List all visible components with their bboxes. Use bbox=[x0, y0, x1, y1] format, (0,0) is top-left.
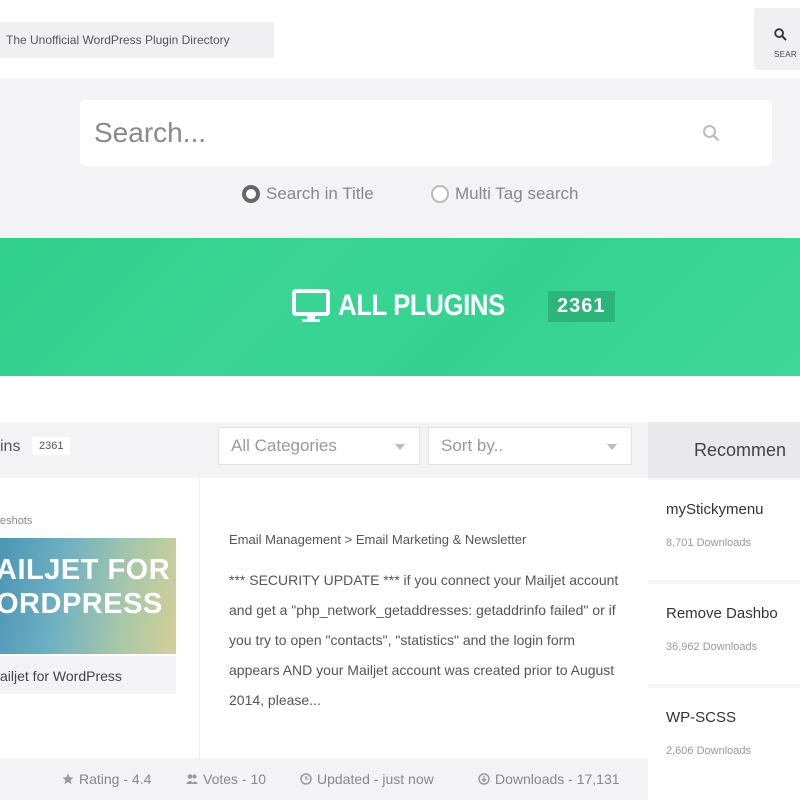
stat-downloads-text: Downloads - 17,131 bbox=[495, 771, 620, 787]
plugin-thumbnail[interactable]: AILJET FOR ORDPRESS bbox=[0, 538, 176, 654]
recommended-item-downloads: 2,606 Downloads bbox=[666, 745, 752, 757]
clock-icon bbox=[300, 773, 312, 785]
radio-unselected-icon[interactable] bbox=[431, 185, 449, 203]
recommended-item[interactable] bbox=[648, 688, 800, 800]
screenshots-label: eshots bbox=[0, 515, 33, 527]
search-input[interactable] bbox=[80, 100, 700, 166]
chevron-down-icon bbox=[607, 444, 617, 450]
hero-banner: ALL PLUGINS 2361 bbox=[0, 238, 800, 376]
stat-rating-text: Rating - 4.4 bbox=[79, 771, 152, 787]
search-button-label: SEAR bbox=[774, 50, 797, 59]
sidebar-title: Recommen bbox=[694, 440, 787, 460]
plugins-count-badge: 2361 bbox=[32, 437, 71, 455]
recommended-item-downloads: 8,701 Downloads bbox=[666, 537, 752, 549]
radio-label: Multi Tag search bbox=[455, 184, 579, 203]
category-select-value: All Categories bbox=[231, 436, 337, 455]
hero-title: ALL PLUGINS bbox=[338, 289, 505, 322]
sort-select[interactable]: Sort by.. bbox=[428, 427, 632, 465]
radio-selected-icon[interactable] bbox=[242, 185, 260, 203]
stat-votes: Votes - 10 bbox=[186, 771, 266, 787]
search-box bbox=[80, 100, 772, 166]
plugins-heading: ins bbox=[0, 438, 21, 455]
monitor-icon bbox=[292, 289, 330, 322]
stat-updated: Updated - just now bbox=[300, 771, 434, 787]
plugin-description: *** SECURITY UPDATE *** if you connect y… bbox=[229, 572, 619, 708]
radio-label: Search in Title bbox=[266, 184, 374, 203]
recommended-item-name[interactable]: myStickymenu bbox=[666, 501, 764, 518]
recommended-item[interactable] bbox=[648, 584, 800, 684]
search-icon[interactable] bbox=[702, 124, 720, 142]
chevron-down-icon bbox=[395, 444, 405, 450]
header-search-button[interactable]: SEAR bbox=[754, 8, 800, 70]
stat-rating: Rating - 4.4 bbox=[62, 771, 151, 787]
thumbnail-text-line1: AILJET FOR bbox=[0, 554, 171, 586]
radio-search-in-title[interactable]: Search in Title bbox=[242, 182, 374, 206]
sort-select-value: Sort by.. bbox=[441, 436, 504, 455]
top-bar: The Unofficial WordPress Plugin Director… bbox=[0, 0, 800, 78]
hero-count-badge: 2361 bbox=[548, 290, 615, 322]
stat-updated-text: Updated - just now bbox=[317, 771, 434, 787]
search-section: Search in Title Multi Tag search bbox=[0, 78, 800, 238]
search-icon bbox=[774, 28, 787, 41]
recommended-item-name[interactable]: WP-SCSS bbox=[666, 709, 736, 726]
radio-multi-tag-search[interactable]: Multi Tag search bbox=[431, 182, 578, 206]
hero-heading: ALL PLUGINS 2361 bbox=[292, 286, 615, 326]
recommended-item-name[interactable]: Remove Dashbo bbox=[666, 605, 778, 622]
users-icon bbox=[186, 774, 198, 784]
site-title-link[interactable]: The Unofficial WordPress Plugin Director… bbox=[0, 22, 274, 58]
category-select[interactable]: All Categories bbox=[218, 427, 420, 465]
recommended-item[interactable] bbox=[648, 480, 800, 580]
stat-votes-text: Votes - 10 bbox=[203, 771, 267, 787]
stat-downloads: Downloads - 17,131 bbox=[478, 771, 620, 787]
plugin-category-breadcrumb[interactable]: Email Management > Email Marketing & New… bbox=[229, 532, 526, 547]
thumbnail-text-line2: ORDPRESS bbox=[0, 588, 163, 620]
recommended-item-downloads: 36,962 Downloads bbox=[666, 641, 758, 653]
download-icon bbox=[478, 773, 490, 785]
star-icon bbox=[62, 773, 74, 785]
plugin-name-link[interactable]: ailjet for WordPress bbox=[0, 668, 122, 684]
